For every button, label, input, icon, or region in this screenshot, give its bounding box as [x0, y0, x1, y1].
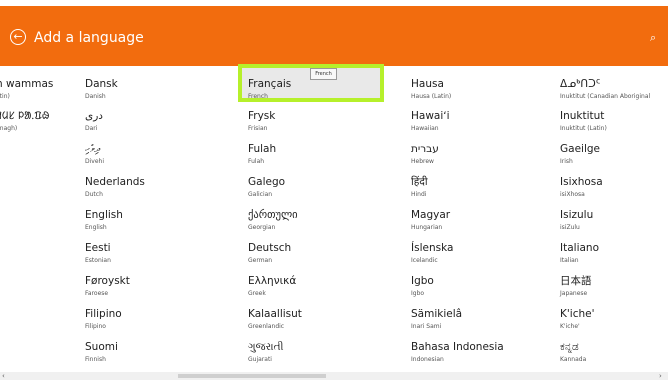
language-item[interactable]: Kalaallisut Greenlandic [248, 307, 302, 339]
language-item[interactable]: Italiano Italian [560, 241, 599, 273]
language-item[interactable]: Inuktitut Inuktitut (Latin) [560, 109, 607, 141]
language-item-selected[interactable]: Français French [248, 77, 291, 109]
language-item[interactable]: K'iche' K'iche' [560, 307, 594, 339]
page-title: Add a language [34, 30, 144, 46]
scroll-right-arrow-icon[interactable]: › [659, 372, 662, 380]
language-item[interactable]: Dansk Danish [85, 77, 118, 109]
tooltip: French [310, 68, 337, 80]
language-item[interactable]: دری Dari [85, 109, 103, 141]
language-item[interactable]: Galego Galician [248, 175, 285, 207]
language-item[interactable]: Ελληνικά Greek [248, 274, 296, 306]
language-item[interactable]: Fulah Fulah [248, 142, 276, 174]
language-item[interactable]: n wammas atin) [0, 77, 53, 109]
language-item[interactable]: Isixhosa isiXhosa [560, 175, 603, 207]
language-item[interactable]: Suomi Finnish [85, 340, 118, 372]
language-item[interactable]: Eesti Estonian [85, 241, 111, 273]
language-item[interactable]: ᐃᓄᒃᑎᑐᑦ Inuktitut (Canadian Aboriginal [560, 77, 650, 109]
language-item[interactable]: Nederlands Dutch [85, 175, 145, 207]
scroll-left-arrow-icon[interactable]: ‹ [2, 372, 5, 380]
language-item[interactable]: 日本語 Japanese [560, 274, 592, 306]
language-item[interactable]: Hausa Hausa (Latin) [411, 77, 451, 109]
language-item[interactable]: Sämikielâ Inari Sami [411, 307, 462, 339]
language-item[interactable]: English English [85, 208, 123, 240]
horizontal-scrollbar[interactable] [0, 372, 668, 380]
language-item[interactable]: ᱤᱢᱥ ᱞᱟᱹᱯᱷ finagh) [0, 109, 49, 141]
language-item[interactable]: Gaeilge Irish [560, 142, 600, 174]
language-item[interactable]: ಕನ್ನಡ Kannada [560, 340, 586, 372]
language-item[interactable]: Igbo Igbo [411, 274, 434, 306]
language-item[interactable]: ગુજરાતી Gujarati [248, 340, 284, 372]
language-item[interactable]: Føroyskt Faroese [85, 274, 130, 306]
language-item[interactable]: हिंदी Hindi [411, 175, 428, 207]
scrollbar-thumb[interactable] [178, 374, 326, 378]
back-arrow-circle-icon[interactable]: ← [10, 29, 26, 45]
language-item[interactable]: Hawaiʻi Hawaiian [411, 109, 450, 141]
language-item[interactable]: Isizulu isiZulu [560, 208, 593, 240]
language-item[interactable]: עברית Hebrew [411, 142, 439, 174]
search-icon[interactable]: ⌕ [650, 31, 662, 45]
language-item[interactable]: ދިވެހި Divehi [85, 142, 104, 174]
language-item[interactable]: Filipino Filipino [85, 307, 122, 339]
language-list: n wammas atin) ᱤᱢᱥ ᱞᱟᱹᱯᱷ finagh) DanskDa… [0, 66, 668, 372]
language-item[interactable]: Deutsch German [248, 241, 291, 273]
language-item[interactable]: Íslenska Icelandic [411, 241, 453, 273]
language-item[interactable]: Magyar Hungarian [411, 208, 450, 240]
language-item[interactable]: Frysk Frisian [248, 109, 275, 141]
language-item[interactable]: Bahasa Indonesia Indonesian [411, 340, 504, 372]
language-item[interactable]: ქართული Georgian [248, 208, 298, 240]
